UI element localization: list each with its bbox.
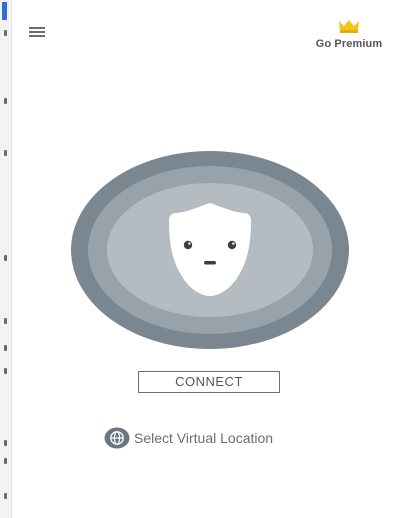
select-virtual-location-button[interactable]: Select Virtual Location [104,427,273,449]
app-window: Go Premium CONNECT Select Virtual Locati… [0,0,398,518]
edge-accent [2,2,7,20]
crown-icon [339,20,359,33]
edge-mark [4,255,7,261]
edge-mark [4,493,7,499]
edge-mark [4,98,7,104]
go-premium-label: Go Premium [315,38,383,50]
edge-mark [4,318,7,324]
go-premium-button[interactable]: Go Premium [308,18,390,50]
edge-mark [4,368,7,374]
hamburger-menu-icon[interactable] [27,24,49,40]
edge-mark [4,458,7,464]
edge-mark [4,30,7,36]
edge-mark [4,345,7,351]
connect-circle-button[interactable] [70,150,350,350]
connect-button[interactable]: CONNECT [138,371,280,393]
background-window-edge [0,0,12,518]
select-virtual-location-label: Select Virtual Location [134,430,274,446]
globe-icon [104,427,130,449]
edge-mark [4,150,7,156]
edge-mark [4,440,7,446]
